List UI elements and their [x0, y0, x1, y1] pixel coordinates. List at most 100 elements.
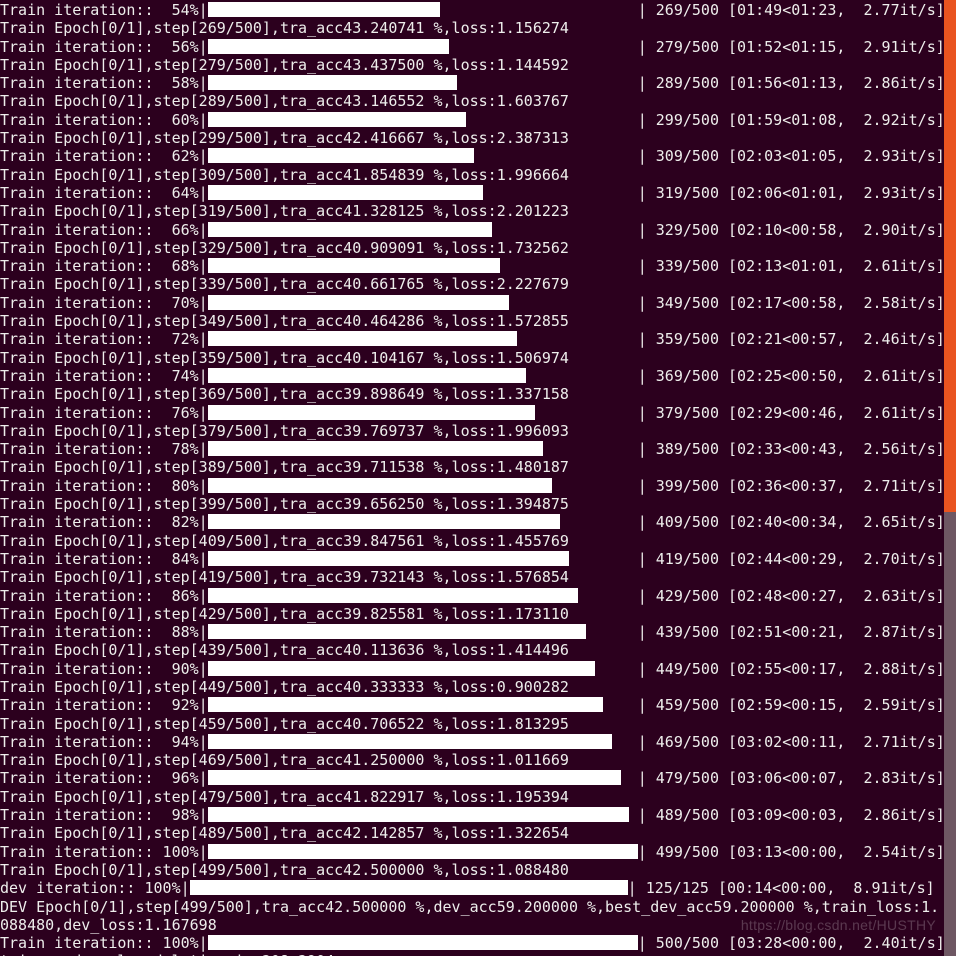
progress-prefix: Train iteration:: 100%|	[0, 843, 208, 861]
progress-stats: | 125/125 [00:14<00:00, 8.91it/s]	[628, 879, 935, 897]
progress-stats: | 289/500 [01:56<01:13, 2.86it/s]	[638, 74, 945, 92]
progress-bar-filled	[208, 368, 526, 383]
progress-line: Train iteration:: 68%|| 339/500 [02:13<0…	[0, 257, 956, 275]
progress-prefix: Train iteration:: 84%|	[0, 550, 208, 568]
progress-prefix: dev iteration:: 100%|	[0, 879, 190, 897]
progress-bar-filled	[208, 807, 629, 822]
epoch-line: Train Epoch[0/1],step[329/500],tra_acc40…	[0, 239, 956, 257]
progress-bar-filled	[208, 295, 509, 310]
progress-bar-filled	[208, 770, 621, 785]
epoch-line: Train Epoch[0/1],step[339/500],tra_acc40…	[0, 275, 956, 293]
progress-line: Train iteration:: 88%|| 439/500 [02:51<0…	[0, 623, 956, 641]
progress-stats: | 319/500 [02:06<01:01, 2.93it/s]	[638, 184, 945, 202]
progress-stats: | 469/500 [03:02<00:11, 2.71it/s]	[638, 733, 945, 751]
progress-prefix: Train iteration:: 56%|	[0, 38, 208, 56]
progress-stats: | 379/500 [02:29<00:46, 2.61it/s]	[638, 404, 945, 422]
progress-prefix: Train iteration:: 86%|	[0, 587, 208, 605]
epoch-line: Train Epoch[0/1],step[489/500],tra_acc42…	[0, 824, 956, 842]
epoch-line: Train Epoch[0/1],step[319/500],tra_acc41…	[0, 202, 956, 220]
epoch-line: Train Epoch[0/1],step[299/500],tra_acc42…	[0, 129, 956, 147]
progress-bar-filled	[208, 478, 552, 493]
progress-prefix: Train iteration:: 62%|	[0, 147, 208, 165]
progress-prefix: Train iteration:: 58%|	[0, 74, 208, 92]
epoch-line: Train Epoch[0/1],step[369/500],tra_acc39…	[0, 385, 956, 403]
progress-stats: | 500/500 [03:28<00:00, 2.40it/s]	[638, 934, 945, 952]
progress-bar-filled	[208, 258, 500, 273]
progress-line: Train iteration:: 58%| | 289/500 [01:56<0…	[0, 74, 956, 92]
time-line: trian and eval model time is 208.2904	[0, 952, 956, 956]
progress-prefix: Train iteration:: 96%|	[0, 769, 208, 787]
progress-prefix: Train iteration:: 98%|	[0, 806, 208, 824]
progress-prefix: Train iteration:: 100%|	[0, 934, 208, 952]
progress-bar-filled	[208, 2, 440, 17]
progress-line: Train iteration:: 64%| | 319/500 [02:06<0…	[0, 184, 956, 202]
progress-line: Train iteration:: 62%| | 309/500 [02:03<0…	[0, 147, 956, 165]
progress-prefix: Train iteration:: 66%|	[0, 221, 208, 239]
progress-line: Train iteration:: 98%| | 489/500 [03:09<0…	[0, 806, 956, 824]
progress-bar-filled	[208, 75, 457, 90]
epoch-line: Train Epoch[0/1],step[349/500],tra_acc40…	[0, 312, 956, 330]
epoch-line: Train Epoch[0/1],step[449/500],tra_acc40…	[0, 678, 956, 696]
progress-stats: | 329/500 [02:10<00:58, 2.90it/s]	[638, 221, 945, 239]
progress-prefix: Train iteration:: 90%|	[0, 660, 208, 678]
epoch-line: Train Epoch[0/1],step[409/500],tra_acc39…	[0, 532, 956, 550]
progress-stats: | 449/500 [02:55<00:17, 2.88it/s]	[638, 660, 945, 678]
progress-stats: | 299/500 [01:59<01:08, 2.92it/s]	[638, 111, 945, 129]
epoch-line: Train Epoch[0/1],step[279/500],tra_acc43…	[0, 56, 956, 74]
progress-bar-filled	[208, 661, 595, 676]
epoch-line: Train Epoch[0/1],step[439/500],tra_acc40…	[0, 641, 956, 659]
progress-bar-filled	[190, 880, 628, 895]
progress-bar-filled	[208, 222, 492, 237]
progress-prefix: Train iteration:: 54%|	[0, 1, 208, 19]
epoch-line: Train Epoch[0/1],step[469/500],tra_acc41…	[0, 751, 956, 769]
progress-bar-filled	[208, 441, 543, 456]
progress-stats: | 409/500 [02:40<00:34, 2.65it/s]	[638, 513, 945, 531]
progress-line: Train iteration:: 72%| | 359/500 [02:21<0…	[0, 330, 956, 348]
progress-line: Train iteration:: 56%| | 279/500 [01:52<0…	[0, 38, 956, 56]
progress-stats: | 429/500 [02:48<00:27, 2.63it/s]	[638, 587, 945, 605]
dev-epoch-line: DEV Epoch[0/1],step[499/500],tra_acc42.5…	[0, 898, 944, 935]
progress-bar-filled	[208, 844, 638, 859]
progress-prefix: Train iteration:: 74%|	[0, 367, 208, 385]
progress-line: dev iteration:: 100%| | 125/125 [00:14<00…	[0, 879, 956, 897]
progress-bar-filled	[208, 148, 475, 163]
progress-bar-filled	[208, 588, 578, 603]
progress-stats: | 499/500 [03:13<00:00, 2.54it/s]	[638, 843, 945, 861]
progress-line: Train iteration:: 94%|| 469/500 [03:02<0…	[0, 733, 956, 751]
progress-line: Train iteration:: 80%| | 399/500 [02:36<0…	[0, 477, 956, 495]
epoch-line: Train Epoch[0/1],step[289/500],tra_acc43…	[0, 92, 956, 110]
progress-line: Train iteration:: 84%|| 419/500 [02:44<0…	[0, 550, 956, 568]
progress-stats: | 349/500 [02:17<00:58, 2.58it/s]	[638, 294, 945, 312]
progress-line: Train iteration:: 70%|| 349/500 [02:17<0…	[0, 294, 956, 312]
progress-stats: | 459/500 [02:59<00:15, 2.59it/s]	[638, 696, 945, 714]
scrollbar-thumb-bottom[interactable]	[944, 512, 956, 956]
progress-prefix: Train iteration:: 64%|	[0, 184, 208, 202]
scrollbar[interactable]	[944, 0, 956, 956]
epoch-line: Train Epoch[0/1],step[479/500],tra_acc41…	[0, 788, 956, 806]
progress-line: Train iteration:: 76%|| 379/500 [02:29<0…	[0, 404, 956, 422]
progress-stats: | 359/500 [02:21<00:57, 2.46it/s]	[638, 330, 945, 348]
progress-stats: | 399/500 [02:36<00:37, 2.71it/s]	[638, 477, 945, 495]
progress-bar-filled	[208, 185, 483, 200]
progress-stats: | 439/500 [02:51<00:21, 2.87it/s]	[638, 623, 945, 641]
progress-line: Train iteration:: 82%| | 409/500 [02:40<0…	[0, 513, 956, 531]
terminal-output[interactable]: Train iteration:: 54%|| 269/500 [01:49<0…	[0, 0, 956, 956]
epoch-line: Train Epoch[0/1],step[359/500],tra_acc40…	[0, 349, 956, 367]
progress-stats: | 389/500 [02:33<00:43, 2.56it/s]	[638, 440, 945, 458]
progress-prefix: Train iteration:: 72%|	[0, 330, 208, 348]
progress-line: Train iteration:: 54%|| 269/500 [01:49<0…	[0, 1, 956, 19]
progress-prefix: Train iteration:: 60%|	[0, 111, 208, 129]
progress-stats: | 479/500 [03:06<00:07, 2.83it/s]	[638, 769, 945, 787]
progress-bar-filled	[208, 514, 561, 529]
progress-prefix: Train iteration:: 68%|	[0, 257, 208, 275]
progress-prefix: Train iteration:: 80%|	[0, 477, 208, 495]
progress-stats: | 279/500 [01:52<01:15, 2.91it/s]	[638, 38, 945, 56]
progress-bar-filled	[208, 405, 535, 420]
progress-bar-filled	[208, 935, 638, 950]
scrollbar-thumb-top[interactable]	[944, 0, 956, 512]
epoch-line: Train Epoch[0/1],step[309/500],tra_acc41…	[0, 166, 956, 184]
progress-prefix: Train iteration:: 82%|	[0, 513, 208, 531]
progress-stats: | 309/500 [02:03<01:05, 2.93it/s]	[638, 147, 945, 165]
progress-stats: | 489/500 [03:09<00:03, 2.86it/s]	[638, 806, 945, 824]
progress-line: Train iteration:: 92%|| 459/500 [02:59<0…	[0, 696, 956, 714]
